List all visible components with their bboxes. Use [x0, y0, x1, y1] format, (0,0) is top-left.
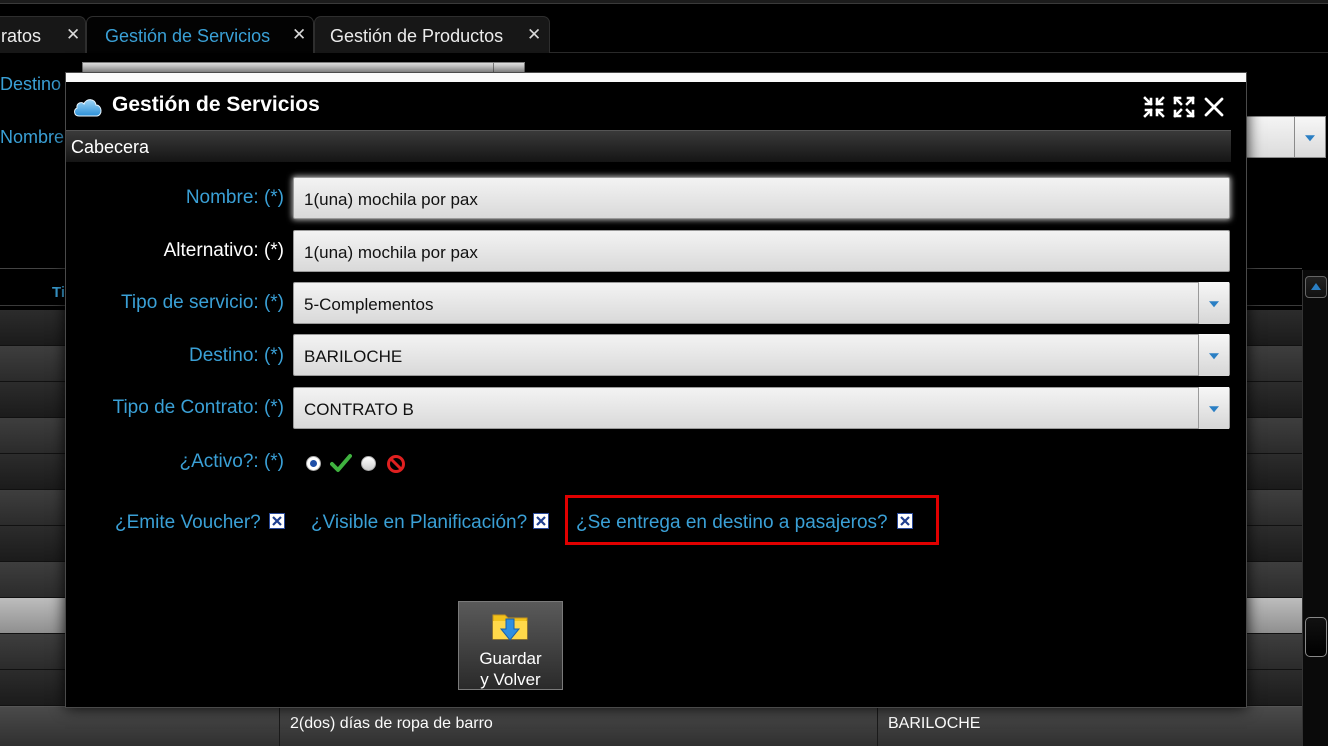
nombre-filter-input[interactable] [1246, 116, 1296, 158]
tipo-servicio-select[interactable]: 5-Complementos [293, 282, 1230, 324]
section-title: Cabecera [71, 137, 150, 157]
visible-planificacion-label: ¿Visible en Planificación? [311, 512, 528, 533]
chevron-down-icon [1209, 301, 1219, 308]
tipo-contrato-label-row: Tipo de Contrato: (*) [66, 397, 284, 421]
nombre-label: Nombre: (*) [185, 187, 284, 208]
app-top-bar [0, 0, 1328, 4]
x-mark-icon [900, 516, 910, 526]
destino-label: Destino: (*) [188, 345, 284, 366]
gestion-servicios-dialog: Gestión de Servicios Cabecera Nombre: (*… [65, 72, 1247, 708]
tab-label: Gestión de Productos [330, 26, 504, 46]
entrega-destino-label: ¿Se entrega en destino a pasajeros? [576, 512, 888, 533]
tipo-servicio-value: 5-Complementos [304, 295, 434, 314]
tab-contratos[interactable]: ratos ✕ [0, 16, 86, 53]
activo-no-radio[interactable] [361, 456, 376, 471]
visible-planificacion-checkbox[interactable] [533, 513, 549, 529]
dialog-titlebar[interactable]: Gestión de Servicios [66, 82, 1246, 130]
tab-gestion-servicios[interactable]: Gestión de Servicios ✕ [86, 16, 314, 53]
destino-label-row: Destino: (*) [66, 345, 284, 369]
emite-voucher-checkbox[interactable] [269, 513, 285, 529]
close-icon[interactable]: ✕ [292, 25, 306, 45]
nombre-input[interactable]: 1(una) mochila por pax [293, 177, 1230, 219]
restore-icon[interactable] [1142, 95, 1166, 119]
tipo-servicio-label-row: Tipo de servicio: (*) [66, 292, 284, 316]
nombre-filter-label: Nombre [0, 127, 65, 147]
nombre-label-row: Nombre: (*) [66, 187, 284, 211]
dialog-top-strip [66, 73, 1246, 82]
chevron-down-icon [1209, 406, 1219, 413]
alternativo-label: Alternativo: (*) [163, 240, 284, 261]
scrollbar-thumb[interactable] [1305, 617, 1327, 657]
section-header-cabecera: Cabecera [66, 130, 1231, 162]
destino-select[interactable]: BARILOCHE [293, 334, 1230, 376]
destino-dropdown-button[interactable] [1198, 334, 1229, 376]
emite-voucher-label: ¿Emite Voucher? [115, 512, 261, 533]
tipo-contrato-value: CONTRATO B [304, 400, 414, 419]
cloud-icon [74, 99, 102, 117]
alternativo-input[interactable]: 1(una) mochila por pax [293, 230, 1230, 272]
destino-value: BARILOCHE [304, 347, 403, 366]
activo-label-row: ¿Activo?: (*) [66, 451, 284, 475]
prohibited-icon [387, 455, 405, 473]
tipo-contrato-select[interactable]: CONTRATO B [293, 387, 1230, 429]
alternativo-label-row: Alternativo: (*) [66, 240, 284, 264]
close-icon[interactable]: ✕ [527, 25, 541, 45]
chevron-up-icon [1311, 283, 1321, 290]
grid-header-label: Ti [52, 284, 66, 301]
folder-save-icon [492, 614, 528, 641]
close-icon[interactable] [1202, 95, 1226, 119]
x-mark-icon [536, 516, 546, 526]
tab-label: Gestión de Servicios [105, 26, 271, 46]
dialog-title: Gestión de Servicios [112, 93, 320, 116]
nombre-filter-dropdown[interactable] [1294, 116, 1326, 158]
scroll-up-button[interactable] [1305, 276, 1327, 298]
table-cell-destino: BARILOCHE [877, 706, 1302, 746]
tab-gestion-productos[interactable]: Gestión de Productos ✕ [314, 16, 550, 53]
activo-label: ¿Activo?: (*) [179, 451, 284, 472]
maximize-icon[interactable] [1172, 95, 1196, 119]
tipo-contrato-dropdown-button[interactable] [1198, 387, 1229, 429]
tipo-servicio-label: Tipo de servicio: (*) [121, 292, 284, 313]
tab-label: ratos [1, 26, 42, 46]
tipo-servicio-dropdown-button[interactable] [1198, 282, 1229, 324]
guardar-y-volver-button[interactable]: Guardar y Volver [458, 601, 563, 690]
tipo-contrato-label: Tipo de Contrato: (*) [112, 397, 284, 418]
destino-filter-label: Destino [0, 74, 62, 94]
scrollbar[interactable] [1302, 270, 1328, 746]
close-icon[interactable]: ✕ [66, 25, 80, 45]
x-mark-icon [272, 516, 282, 526]
table-cell-nombre: 2(dos) días de ropa de barro [279, 706, 877, 746]
save-button-label: Guardar y Volver [479, 649, 542, 689]
tab-strip: ratos ✕ Gestión de Servicios ✕ Gestión d… [0, 16, 1328, 53]
activo-radio-group [306, 454, 406, 476]
checkmark-icon [330, 454, 352, 472]
activo-si-radio[interactable] [306, 456, 321, 471]
entrega-destino-checkbox[interactable] [897, 513, 913, 529]
chevron-down-icon [1209, 353, 1219, 360]
chevron-down-icon [1305, 135, 1315, 142]
